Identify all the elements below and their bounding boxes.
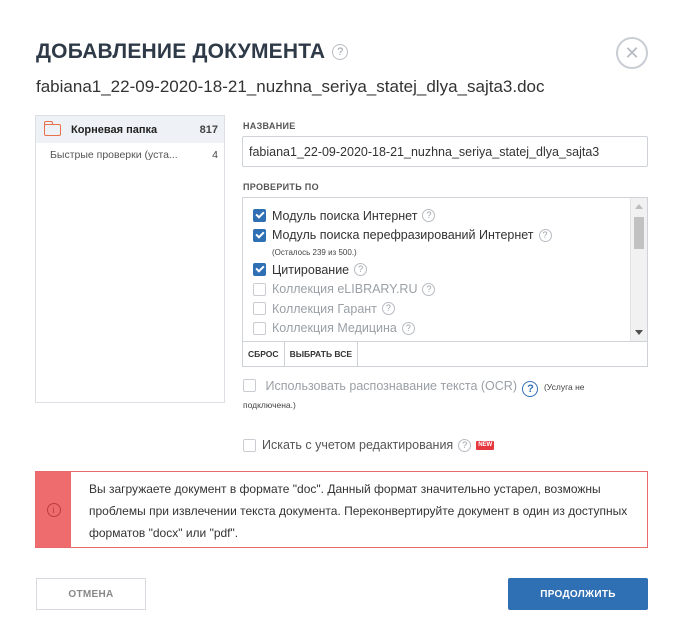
select-all-button[interactable]: ВЫБРАТЬ ВСЕ — [285, 342, 359, 366]
name-section-label: НАЗВАНИЕ — [243, 121, 296, 131]
question-icon[interactable]: ? — [458, 438, 472, 452]
folder-icon — [43, 120, 61, 136]
module-label: Модуль поиска перефразирований Интернет — [272, 228, 534, 243]
question-icon[interactable]: ? — [538, 228, 552, 242]
new-badge: NEW — [476, 440, 495, 450]
modules-actions-bar: СБРОС ВЫБРАТЬ ВСЕ — [243, 341, 647, 366]
question-icon[interactable]: ? — [401, 321, 415, 335]
dialog-title-text: ДОБАВЛЕНИЕ ДОКУМЕНТА — [36, 40, 326, 63]
scroll-up-icon[interactable] — [635, 204, 643, 209]
module-medicine: Коллекция Медицина ? — [253, 319, 630, 339]
module-internet[interactable]: Модуль поиска Интернет ? — [253, 206, 630, 226]
check-section-label: ПРОВЕРИТЬ ПО — [243, 182, 319, 192]
close-icon: ✕ — [624, 42, 640, 63]
checkbox-disabled — [253, 321, 266, 335]
folder-label: Быстрые проверки (уста... — [50, 149, 178, 161]
ocr-option: Использовать распознавание текста (OCR) … — [243, 378, 643, 413]
edit-search-checkbox[interactable] — [243, 438, 256, 452]
module-citation[interactable]: Цитирование ? — [253, 260, 630, 280]
checkbox-disabled — [253, 302, 266, 316]
question-icon[interactable]: ? — [332, 44, 349, 60]
module-remaining-note: (Осталось 239 из 500.) — [272, 248, 357, 257]
modules-scrollbar[interactable] — [630, 198, 647, 341]
dialog-title: ДОБАВЛЕНИЕ ДОКУМЕНТА ? — [36, 40, 349, 64]
info-icon: i — [46, 502, 61, 517]
folder-item-quick-checks[interactable]: Быстрые проверки (уста... 4 — [36, 145, 224, 165]
folder-tree: Корневая папка 817 Быстрые проверки (уст… — [35, 115, 225, 403]
check-modules-list[interactable]: Модуль поиска Интернет ? Модуль поиска п… — [243, 198, 630, 341]
question-icon[interactable]: ? — [522, 381, 539, 397]
folder-item-root[interactable]: Корневая папка 817 — [36, 116, 224, 143]
check-modules-panel: Модуль поиска Интернет ? Модуль поиска п… — [242, 197, 648, 367]
document-name-input[interactable] — [242, 136, 648, 167]
checkbox-disabled — [253, 282, 266, 296]
module-label: Цитирование — [272, 262, 350, 277]
folder-count: 817 — [199, 123, 218, 136]
module-label: Коллекция Гарант — [272, 301, 377, 316]
scroll-down-icon[interactable] — [635, 330, 643, 335]
module-garant: Коллекция Гарант ? — [253, 299, 630, 319]
checkbox-checked[interactable] — [253, 263, 266, 277]
question-icon[interactable]: ? — [381, 302, 395, 316]
question-icon[interactable]: ? — [422, 282, 436, 296]
folder-count: 4 — [212, 149, 218, 161]
module-paraphrase-internet[interactable]: Модуль поиска перефразирований Интернет … — [253, 226, 630, 246]
edit-search-option[interactable]: Искать с учетом редактирования ? NEW — [243, 438, 495, 452]
document-filename: fabiana1_22-09-2020-18-21_nuzhna_seriya_… — [36, 77, 545, 96]
ocr-label: Использовать распознавание текста (OCR) — [265, 379, 517, 393]
ocr-checkbox — [243, 379, 256, 392]
checkbox-checked[interactable] — [253, 228, 266, 242]
module-elibrary: Коллекция eLIBRARY.RU ? — [253, 280, 630, 300]
question-icon[interactable]: ? — [422, 209, 436, 223]
warning-strip: i — [36, 472, 71, 547]
checkbox-checked[interactable] — [253, 209, 266, 223]
cancel-button[interactable]: ОТМЕНА — [36, 578, 146, 610]
module-label: Модуль поиска Интернет — [272, 208, 418, 223]
warning-text: Вы загружаете документ в формате "doc". … — [89, 482, 628, 540]
module-label: Коллекция Медицина — [272, 321, 397, 336]
reset-button[interactable]: СБРОС — [243, 342, 285, 366]
ocr-note: (Услуга не — [543, 382, 585, 392]
ocr-note-continued: подключена.) — [243, 400, 296, 410]
scroll-thumb[interactable] — [634, 217, 644, 249]
format-warning: i Вы загружаете документ в формате "doc"… — [35, 471, 648, 548]
question-icon[interactable]: ? — [354, 263, 368, 277]
edit-search-label: Искать с учетом редактирования — [262, 438, 454, 452]
module-label: Коллекция eLIBRARY.RU — [272, 282, 418, 297]
folder-label: Корневая папка — [71, 123, 158, 136]
close-button[interactable]: ✕ — [616, 37, 648, 69]
continue-button[interactable]: ПРОДОЛЖИТЬ — [508, 578, 648, 610]
